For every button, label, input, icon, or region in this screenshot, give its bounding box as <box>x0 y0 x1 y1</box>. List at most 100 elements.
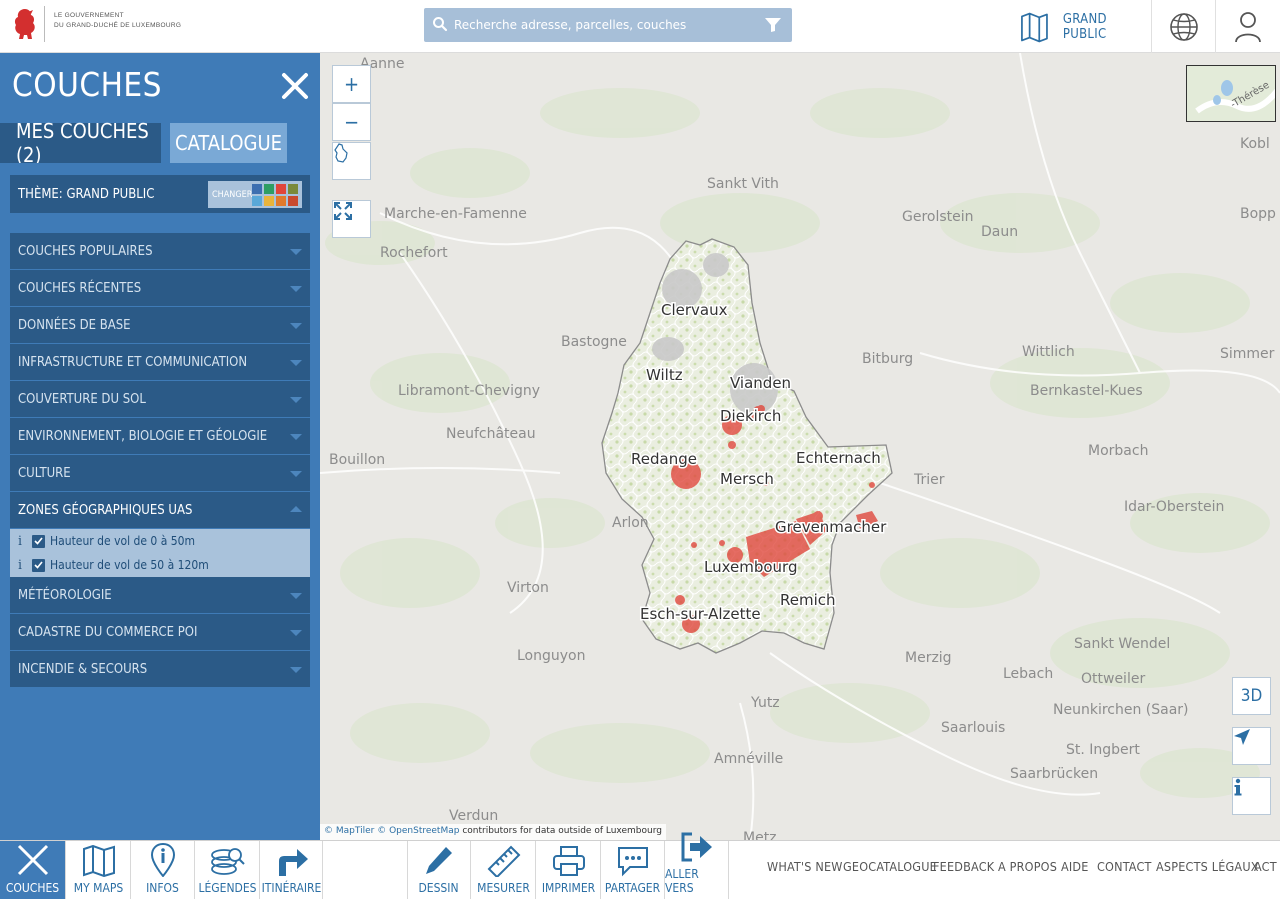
filter-icon[interactable] <box>764 17 782 33</box>
place-label: Idar-Oberstein <box>1124 499 1224 515</box>
chevron-down-icon <box>290 630 302 636</box>
theme-swatch <box>276 195 286 206</box>
place-label: Neufchâteau <box>446 426 536 442</box>
search-bar[interactable] <box>424 8 792 42</box>
lion-crest-icon[interactable] <box>10 6 40 42</box>
layer-checkbox[interactable] <box>32 558 45 572</box>
footer-link[interactable]: ASPECTS LÉGAUX <box>1156 859 1259 874</box>
toolbar-button-close[interactable]: COUCHES <box>0 841 66 899</box>
layer-info-icon[interactable]: i <box>12 558 28 573</box>
place-label: Sankt Wendel <box>1074 636 1170 652</box>
category-item[interactable]: MÉTÉOROLOGIE <box>10 577 310 613</box>
current-theme-label: THÈME: GRAND PUBLIC <box>18 186 155 202</box>
category-label: COUVERTURE DU SOL <box>18 391 146 407</box>
location-arrow-icon <box>1234 729 1250 745</box>
change-theme-button[interactable]: CHANGER <box>208 181 302 208</box>
toolbar-button-info-pin[interactable]: INFOS <box>131 841 195 899</box>
chevron-down-icon <box>290 434 302 440</box>
category-label: CADASTRE DU COMMERCE POI <box>18 624 198 640</box>
category-item[interactable]: DONNÉES DE BASE <box>10 307 310 343</box>
city-label: Remich <box>780 591 836 609</box>
logo-divider <box>44 6 45 42</box>
toolbar-button-book-map[interactable]: MY MAPS <box>67 841 131 899</box>
footer-link[interactable]: ACT <box>1254 859 1277 874</box>
search-icon <box>433 17 448 32</box>
category-item[interactable]: INCENDIE & SECOURS <box>10 651 310 687</box>
place-label: Merzig <box>905 650 952 666</box>
place-label: Neunkirchen (Saar) <box>1053 702 1189 718</box>
map-view[interactable]: Aanne Sankt Vith Marche-en-Famenne Rochefor… <box>320 53 1280 840</box>
tab-catalog[interactable]: CATALOGUE <box>170 123 287 163</box>
chevron-down-icon <box>290 593 302 599</box>
toolbar-button-label: MESURER <box>477 881 530 895</box>
go-to-icon <box>680 831 714 867</box>
category-item[interactable]: ZONES GÉOGRAPHIQUES UAS <box>10 492 310 528</box>
language-button[interactable] <box>1151 0 1215 53</box>
toolbar-button-printer[interactable]: IMPRIMER <box>537 841 601 899</box>
map-info-button[interactable] <box>1232 777 1271 815</box>
fullscreen-button[interactable] <box>332 200 371 238</box>
category-item[interactable]: COUVERTURE DU SOL <box>10 381 310 417</box>
category-label: INCENDIE & SECOURS <box>18 661 148 677</box>
overview-minimap[interactable]: -Thérèse <box>1186 65 1276 122</box>
category-item[interactable]: ENVIRONNEMENT, BIOLOGIE ET GÉOLOGIE <box>10 418 310 454</box>
category-item[interactable]: COUCHES POPULAIRES <box>10 233 310 269</box>
country-extent-button[interactable] <box>332 142 371 180</box>
toolbar-button-label: MY MAPS <box>73 881 124 895</box>
map-attribution: © MapTiler © OpenStreetMap contributors … <box>320 824 666 840</box>
theme-swatch <box>252 195 262 206</box>
toolbar-button-label: ALLER VERS <box>665 867 699 895</box>
header: LE GOUVERNEMENT DU GRAND-DUCHÉ DE LUXEMB… <box>0 0 1280 53</box>
osm-link[interactable]: © OpenStreetMap <box>377 826 459 836</box>
toolbar-button-legend[interactable]: LÉGENDES <box>196 841 260 899</box>
chevron-down-icon <box>290 286 302 292</box>
category-label: COUCHES RÉCENTES <box>18 280 142 296</box>
map-canvas[interactable]: AanneSankt VithMarche-en-FamenneRochefor… <box>320 53 1280 840</box>
category-item[interactable]: CULTURE <box>10 455 310 491</box>
chevron-down-icon <box>290 323 302 329</box>
globe-icon <box>1169 12 1198 41</box>
toolbar-button-share-bubble[interactable]: PARTAGER <box>601 841 665 899</box>
footer-link[interactable]: WHAT'S NEW <box>767 859 843 874</box>
category-label: INFRASTRUCTURE ET COMMUNICATION <box>18 354 248 370</box>
category-item[interactable]: COUCHES RÉCENTES <box>10 270 310 306</box>
footer-link[interactable]: GEOCATALOGUE <box>843 859 937 874</box>
share-bubble-icon <box>616 845 650 881</box>
toolbar-button-ruler[interactable]: MESURER <box>472 841 536 899</box>
place-label: Verdun <box>449 808 498 824</box>
layer-info-icon[interactable]: i <box>12 534 28 549</box>
theme-bar: THÈME: GRAND PUBLIC CHANGER <box>10 175 310 213</box>
layer-row[interactable]: i Hauteur de vol de 50 à 120m <box>10 553 310 577</box>
category-item[interactable]: INFRASTRUCTURE ET COMMUNICATION <box>10 344 310 380</box>
category-item[interactable]: CADASTRE DU COMMERCE POI <box>10 614 310 650</box>
tab-my-layers[interactable]: MES COUCHES (2) <box>0 119 161 167</box>
info-icon <box>1234 778 1242 796</box>
footer-link[interactable]: A PROPOS <box>998 859 1057 874</box>
search-input[interactable] <box>454 8 754 42</box>
place-label: Virton <box>507 580 549 596</box>
toolbar-button-pencil[interactable]: DESSIN <box>407 841 471 899</box>
theme-selector-button[interactable]: GRAND PUBLIC <box>1006 0 1151 53</box>
category-label: ZONES GÉOGRAPHIQUES UAS <box>18 502 193 518</box>
toolbar-button-go-to[interactable]: ALLER VERS <box>665 832 729 899</box>
close-icon[interactable] <box>280 71 310 101</box>
place-label: Libramont-Chevigny <box>398 383 540 399</box>
footer-link[interactable]: CONTACT <box>1097 859 1152 874</box>
zoom-out-button[interactable]: − <box>332 103 371 141</box>
geolocate-button[interactable] <box>1232 727 1271 765</box>
layer-row[interactable]: i Hauteur de vol de 0 à 50m <box>10 529 310 553</box>
user-account-button[interactable] <box>1215 0 1280 53</box>
info-pin-icon <box>150 843 175 881</box>
maptiler-link[interactable]: © MapTiler <box>324 826 374 836</box>
map-icon <box>1021 12 1048 42</box>
footer-link[interactable]: AIDE <box>1061 859 1089 874</box>
toolbar-button-route-arrow[interactable]: ITINÉRAIRE <box>261 841 323 899</box>
zoom-in-button[interactable]: + <box>332 65 371 103</box>
3d-button[interactable]: 3D <box>1232 677 1271 715</box>
chevron-down-icon <box>290 360 302 366</box>
city-label: Vianden <box>730 374 791 392</box>
place-label: Saarbrücken <box>1010 766 1098 782</box>
layer-checkbox[interactable] <box>32 534 45 548</box>
footer-link[interactable]: FEEDBACK <box>933 859 994 874</box>
gov-name-line2: DU GRAND-DUCHÉ DE LUXEMBOURG <box>54 22 182 29</box>
